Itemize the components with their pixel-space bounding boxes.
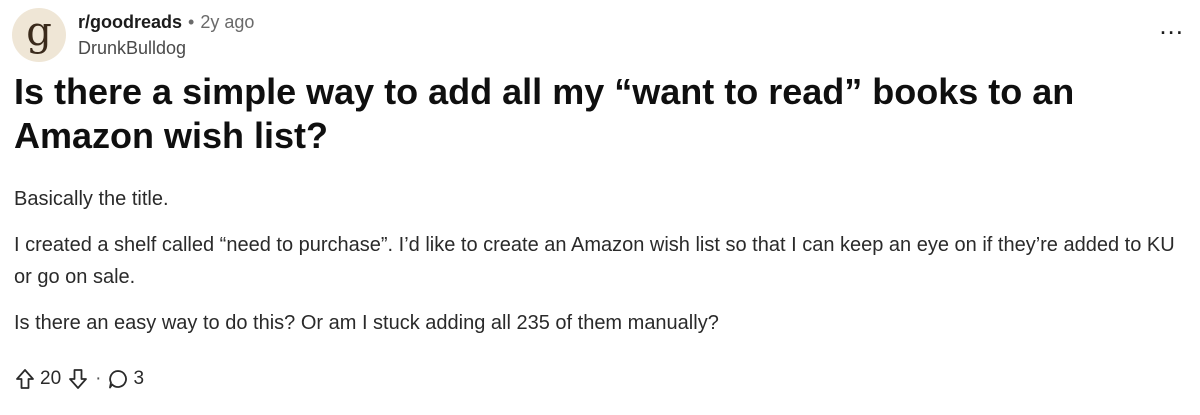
upvote-button[interactable] — [14, 368, 36, 390]
ellipsis-icon[interactable]: ... — [1159, 12, 1184, 38]
post-meta-top: r/goodreads • 2y ago — [78, 11, 254, 33]
subreddit-link[interactable]: r/goodreads — [78, 11, 182, 33]
downvote-button[interactable] — [67, 368, 89, 390]
upvote-count: 20 — [40, 368, 62, 389]
post-card: g r/goodreads • 2y ago DrunkBulldog ... … — [0, 0, 1200, 415]
post-title: Is there a simple way to add all my “wan… — [14, 71, 1075, 156]
author-link[interactable]: DrunkBulldog — [78, 37, 254, 59]
downvote-arrow-icon — [69, 369, 88, 389]
post-header: g r/goodreads • 2y ago DrunkBulldog — [12, 8, 254, 62]
post-body-paragraph: Is there an easy way to do this? Or am I… — [14, 312, 719, 334]
comments-button[interactable]: 3 — [107, 368, 144, 390]
comment-count: 3 — [133, 368, 145, 389]
post-actions: 20 · 3 — [14, 368, 144, 390]
goodreads-logo-icon: g — [26, 9, 52, 55]
post-body-paragraph: I created a shelf called “need to purcha… — [14, 234, 1175, 288]
post-body-paragraph: Basically the title. — [14, 188, 169, 210]
subreddit-avatar[interactable]: g — [12, 8, 66, 62]
post-meta: r/goodreads • 2y ago DrunkBulldog — [78, 11, 254, 59]
meta-separator: • — [188, 12, 195, 32]
post-time: 2y ago — [200, 12, 255, 32]
comment-bubble-icon — [109, 370, 128, 389]
actions-separator: · — [95, 368, 102, 389]
upvote-arrow-icon — [16, 369, 34, 389]
